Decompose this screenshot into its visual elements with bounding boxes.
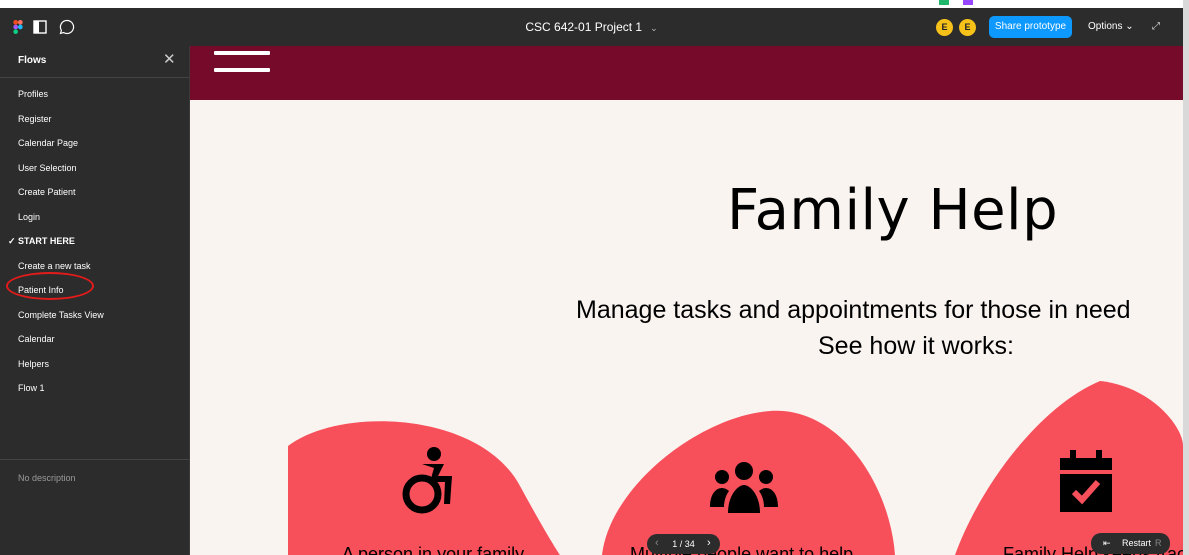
presence-indicators: [939, 0, 973, 5]
flow-item-patient-info[interactable]: Patient Info: [0, 278, 189, 303]
flow-item-flow-1[interactable]: Flow 1: [0, 376, 189, 401]
flow-item-label: START HERE: [18, 236, 75, 246]
flow-item-login[interactable]: Login: [0, 205, 189, 230]
flow-item-complete-tasks-view[interactable]: Complete Tasks View: [0, 303, 189, 328]
chevron-down-icon[interactable]: ⌄: [650, 23, 658, 33]
flow-item-label: User Selection: [18, 162, 77, 173]
figma-logo-icon[interactable]: [6, 8, 30, 46]
prototype-frame[interactable]: Family Help Manage tasks and appointment…: [190, 46, 1183, 555]
flow-item-label: Calendar Page: [18, 138, 79, 148]
flow-item-profiles[interactable]: Profiles: [0, 82, 189, 107]
flow-description: No description: [18, 473, 76, 483]
flow-item-label: Create a new task: [18, 260, 91, 271]
top-bar: CSC 642-01 Project 1 ⌄ E E Share prototyp…: [0, 0, 1183, 46]
users-icon: [710, 462, 778, 513]
shortcut-key: R: [1155, 538, 1162, 548]
avatar-initial: E: [941, 22, 948, 32]
document-title-text[interactable]: CSC 642-01 Project 1: [525, 20, 642, 34]
sidebar-toggle-icon[interactable]: [28, 8, 52, 46]
restart-button[interactable]: ⇤ Restart R: [1091, 533, 1170, 554]
figma-prototype-viewer: CSC 642-01 Project 1 ⌄ E E Share prototyp…: [0, 0, 1189, 555]
flow-item-user-selection[interactable]: User Selection: [0, 156, 189, 181]
flows-sidebar: Flows ✕ Profiles Register Calendar Page …: [0, 46, 190, 555]
sub-tagline: See how it works:: [818, 332, 1014, 360]
calendar-check-icon: [1060, 450, 1112, 512]
flow-item-create-patient[interactable]: Create Patient: [0, 180, 189, 205]
flows-title: Flows: [18, 55, 47, 66]
flow-item-label: Patient Info: [18, 285, 64, 295]
flow-item-label: Login: [18, 211, 41, 222]
flow-item-label: Profiles: [18, 89, 49, 99]
flow-item-label: Create Patient: [18, 187, 76, 197]
flow-item-label: Helpers: [18, 358, 50, 369]
options-menu-button[interactable]: Options ⌄: [1088, 8, 1134, 46]
chevron-right-icon[interactable]: ›: [707, 537, 711, 549]
accessible-icon: [402, 447, 452, 514]
flow-item-label: Flow 1: [18, 383, 45, 393]
flow-item-label: Register: [18, 113, 52, 124]
card-text: A person in your family: [342, 544, 525, 555]
restart-label: Restart: [1122, 538, 1152, 548]
restart-arrow-icon: ⇤: [1103, 538, 1111, 548]
flow-item-calendar-page[interactable]: Calendar Page: [0, 131, 189, 156]
flows-header: Flows ✕: [0, 46, 189, 78]
flow-item-calendar[interactable]: Calendar: [0, 327, 189, 352]
divider: [0, 459, 189, 460]
checkmark-icon: ✓: [8, 236, 16, 246]
tagline: Manage tasks and appointments for those …: [576, 296, 1131, 324]
expand-icon[interactable]: ⤢: [1152, 8, 1160, 46]
close-icon[interactable]: ✕: [163, 51, 176, 69]
flow-item-label: Complete Tasks View: [18, 309, 104, 320]
flow-list: Profiles Register Calendar Page User Sel…: [0, 82, 189, 401]
flow-item-register[interactable]: Register: [0, 107, 189, 132]
page-navigator: ‹ 1 / 34 ›: [647, 534, 720, 554]
flow-item-helpers[interactable]: Helpers: [0, 352, 189, 377]
hero-title: Family Help: [727, 178, 1059, 243]
flow-item-start-here[interactable]: ✓ START HERE: [0, 229, 189, 254]
window-edge: [1183, 0, 1189, 555]
avatar[interactable]: E: [936, 19, 953, 36]
flow-item-label: Calendar: [18, 334, 55, 344]
comment-icon[interactable]: [54, 8, 80, 46]
avatar[interactable]: E: [959, 19, 976, 36]
avatar-initial: E: [964, 22, 971, 32]
flow-item-create-a-new-task[interactable]: Create a new task: [0, 254, 189, 279]
share-prototype-button[interactable]: Share prototype: [989, 16, 1072, 38]
